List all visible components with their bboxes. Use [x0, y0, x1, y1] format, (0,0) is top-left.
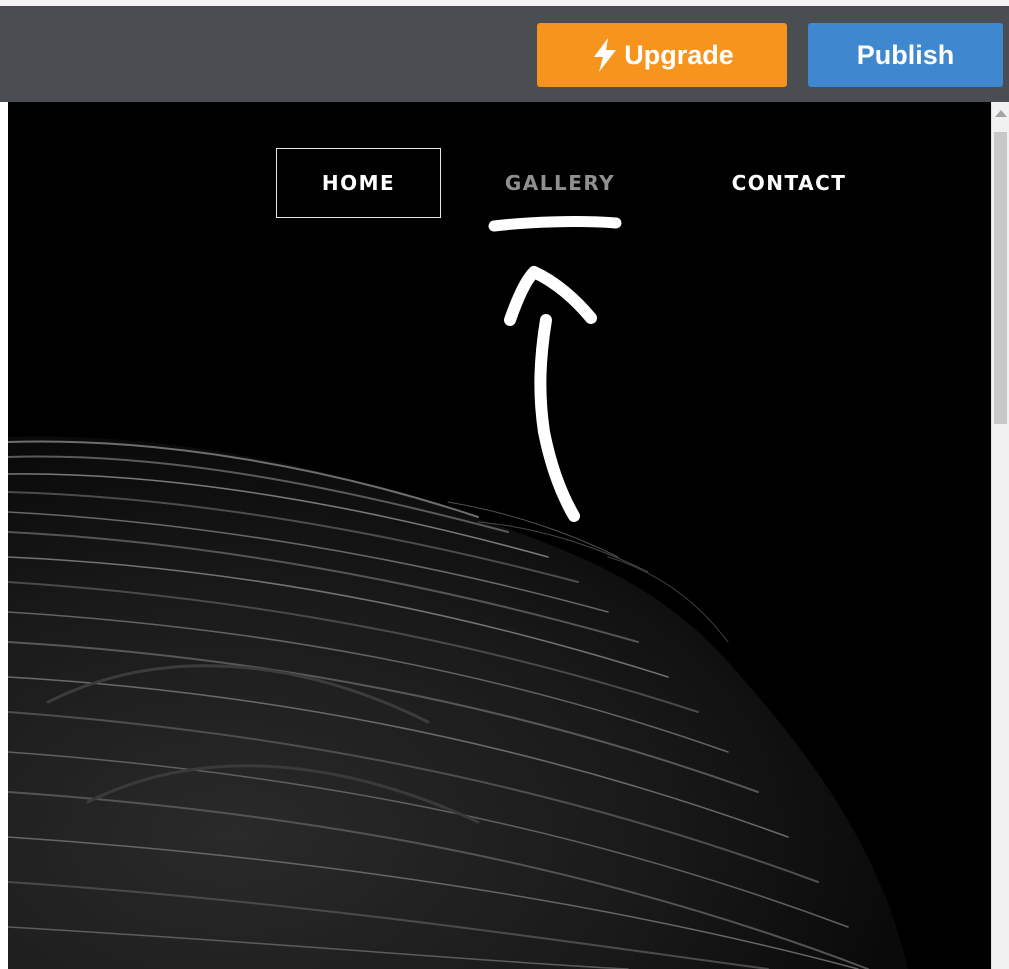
nav-home-label: HOME [321, 171, 396, 195]
nav-gallery[interactable]: GALLERY [490, 148, 630, 218]
site-canvas: HOME GALLERY CONTACT [8, 102, 991, 969]
nav-gallery-label: GALLERY [504, 171, 616, 195]
nav-contact-label: CONTACT [731, 171, 847, 195]
publish-label: Publish [856, 39, 955, 70]
editor-window: Upgrade Publish HOME GALLERY CONTACT [0, 0, 1009, 969]
toolbar-top-edge [0, 0, 1009, 6]
nav-home[interactable]: HOME [276, 148, 441, 218]
scroll-thumb[interactable] [994, 132, 1007, 424]
upgrade-label: Upgrade [624, 39, 734, 70]
nav-contact[interactable]: CONTACT [714, 148, 864, 218]
vertical-scrollbar[interactable] [991, 102, 1009, 969]
editor-toolbar: Upgrade Publish [0, 0, 1009, 102]
scroll-up-arrow-icon[interactable] [995, 110, 1007, 117]
publish-button[interactable]: Publish [808, 23, 1003, 87]
lightning-bolt-icon [590, 37, 620, 73]
upgrade-button[interactable]: Upgrade [537, 23, 787, 87]
hair-photo [8, 436, 908, 969]
